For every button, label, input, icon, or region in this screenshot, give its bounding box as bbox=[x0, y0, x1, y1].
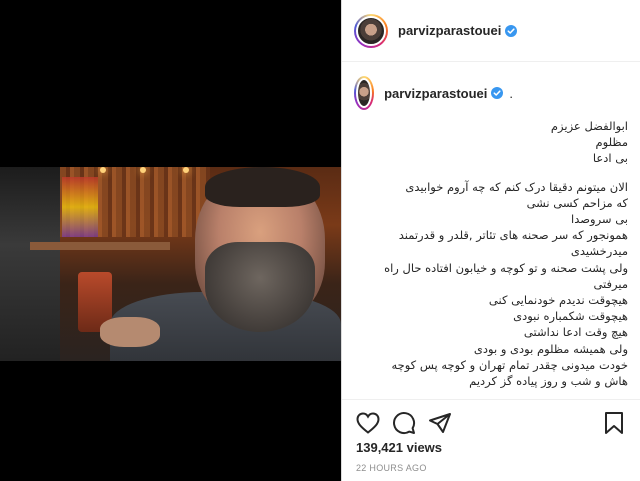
comment-button[interactable] bbox=[390, 409, 418, 437]
caption-line: ابوالفضل عزیزم bbox=[550, 119, 628, 133]
caption-line: همونجور که سر صحنه های تئاتر ,قلدر و قدر… bbox=[398, 228, 628, 243]
heart-icon bbox=[356, 412, 380, 434]
caption-line: بی سروصدا bbox=[571, 212, 628, 227]
comment-icon bbox=[393, 412, 416, 435]
caption-text: ابوالفضل عزیزم مظلوم بی ادعا الان میتونم دق… bbox=[384, 118, 628, 389]
caption-line: که مزاحم کسی نشی bbox=[526, 195, 628, 210]
caption-line: ولی همیشه مظلوم بودی و بودی bbox=[473, 341, 628, 356]
avatar-image bbox=[356, 78, 373, 108]
photo-lamp bbox=[140, 167, 146, 173]
comment-body: parvizparastouei . ابوالفضل عزیزم مظلوم بی… bbox=[384, 76, 628, 389]
caption-line: میدرخشیدی bbox=[570, 244, 628, 259]
post-timestamp[interactable]: 22 HOURS AGO bbox=[342, 455, 640, 473]
media-pane bbox=[0, 0, 341, 481]
comment-username[interactable]: parvizparastouei bbox=[384, 86, 487, 101]
share-button[interactable] bbox=[426, 409, 454, 437]
avatar[interactable] bbox=[354, 13, 388, 48]
photo-table bbox=[30, 242, 170, 250]
caption-line: خودت میدونی چقدر تمام تهران و کوچه پس کو… bbox=[391, 357, 628, 372]
views-count[interactable]: 139,421 views bbox=[342, 438, 640, 455]
paper-plane-icon bbox=[429, 413, 451, 433]
caption-line: میرفتی bbox=[593, 276, 628, 291]
caption-line: ولی پشت صحنه و تو کوچه و خیابون افتاده ح… bbox=[384, 260, 628, 275]
comment-header: parvizparastouei . bbox=[384, 76, 628, 110]
action-bar bbox=[342, 400, 640, 438]
post-photo[interactable] bbox=[0, 167, 341, 361]
caption-line: هیچ وقت ادعا نداشتی bbox=[523, 325, 628, 340]
bookmark-icon bbox=[605, 412, 623, 434]
photo-person-hand bbox=[100, 317, 160, 347]
caption-line: بی ادعا bbox=[592, 151, 628, 166]
photo-window bbox=[0, 167, 60, 361]
caption-line: هاش و شب و روز پیاده گز کردیم bbox=[469, 374, 628, 389]
comments-area[interactable]: parvizparastouei . ابوالفضل عزیزم مظلوم بی… bbox=[342, 62, 640, 400]
comment-dot: . bbox=[509, 85, 514, 101]
like-button[interactable] bbox=[354, 409, 382, 437]
caption-line: مظلوم bbox=[595, 135, 628, 150]
photo-person-beard bbox=[205, 242, 315, 332]
save-button[interactable] bbox=[600, 409, 628, 437]
photo-poster bbox=[62, 177, 98, 237]
caption-gap bbox=[384, 167, 628, 179]
photo-person-hair bbox=[205, 167, 320, 207]
avatar-image bbox=[356, 15, 386, 46]
post-header: parvizparastouei bbox=[342, 0, 640, 62]
caption-line: هیچوقت ندیدم خودنمایی کنی bbox=[488, 293, 628, 308]
post-side-panel: parvizparastouei parvizparastouei . ابوا… bbox=[341, 0, 640, 481]
verified-badge-icon bbox=[491, 87, 504, 99]
photo-lamp bbox=[100, 167, 106, 173]
verified-badge-icon bbox=[505, 24, 518, 37]
caption-line: الان میتونم دقیقا درک کنم که چه آروم خوا… bbox=[405, 179, 628, 194]
caption-comment: parvizparastouei . ابوالفضل عزیزم مظلوم بی… bbox=[342, 62, 640, 389]
photo-lamp bbox=[183, 167, 189, 173]
caption-line: هیچوقت شکمباره نبودی bbox=[513, 309, 628, 324]
header-username[interactable]: parvizparastouei bbox=[398, 23, 501, 38]
avatar[interactable] bbox=[354, 76, 375, 110]
